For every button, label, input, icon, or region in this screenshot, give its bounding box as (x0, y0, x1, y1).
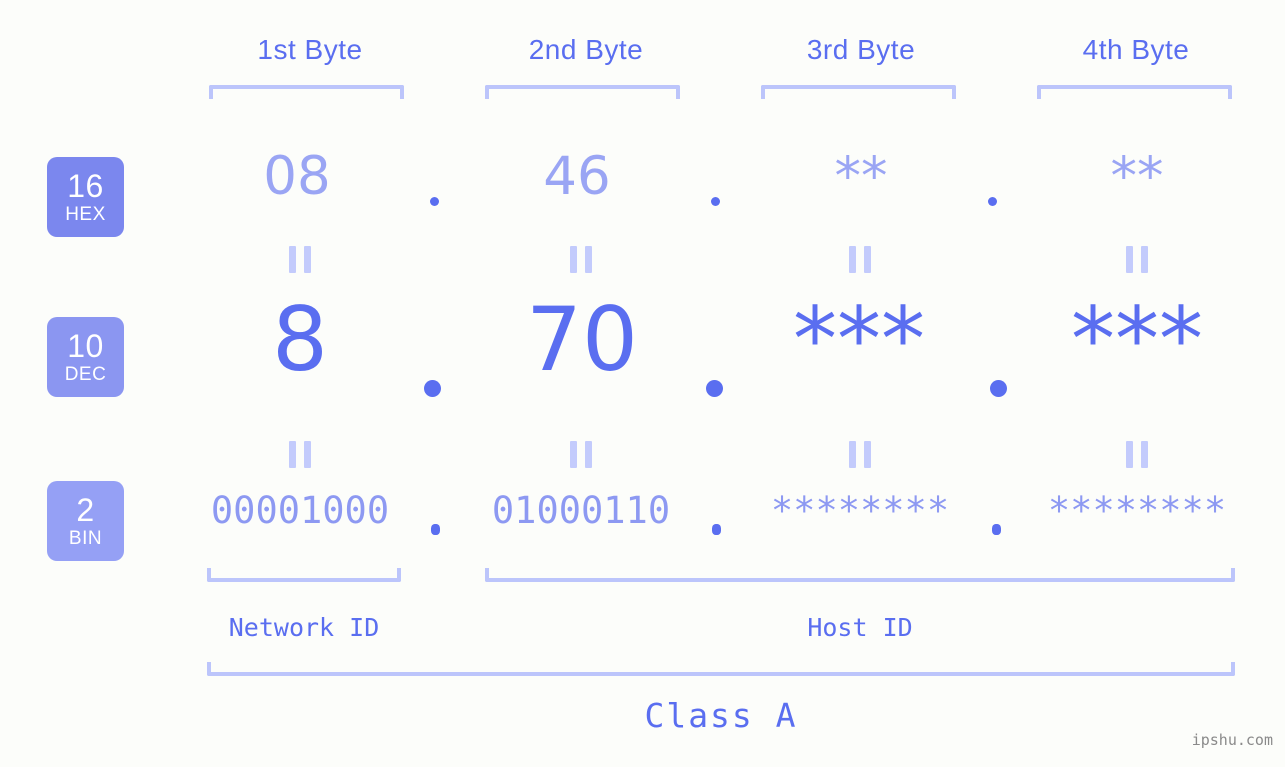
hex-octet-4: ** (1110, 146, 1164, 207)
hex-octet-1: 08 (263, 146, 331, 207)
dec-separator-dot-1 (424, 380, 441, 397)
equals-icon-1-1 (289, 246, 311, 273)
byte-bracket-4 (1037, 85, 1232, 99)
dec-octet-2: 70 (526, 288, 638, 391)
dec-octet-4: *** (1071, 288, 1203, 391)
radix-badge-dec: 10 DEC (47, 317, 124, 397)
byte-header-4: 4th Byte (1082, 34, 1190, 65)
hex-separator-dot-3 (988, 197, 997, 206)
radix-badge-hex-label: HEX (65, 204, 106, 225)
equals-icon-2-4 (1126, 441, 1148, 468)
bin-octet-4: ******** (1047, 489, 1227, 532)
bin-octet-2: 01000110 (491, 489, 671, 532)
bin-separator-dot-2 (712, 524, 721, 535)
hex-separator-dot-1 (430, 197, 439, 206)
host-id-label: Host ID (807, 613, 913, 642)
equals-icon-1-2 (570, 246, 592, 273)
byte-bracket-2 (485, 85, 680, 99)
hex-separator-dot-2 (711, 197, 720, 206)
equals-icon-2-1 (289, 441, 311, 468)
radix-badge-hex: 16 HEX (47, 157, 124, 237)
host-id-bracket (485, 568, 1235, 582)
byte-header-2: 2nd Byte (528, 34, 644, 65)
equals-icon-1-3 (849, 246, 871, 273)
radix-badge-bin-label: BIN (68, 528, 103, 549)
network-id-label: Network ID (228, 613, 380, 642)
site-watermark: ipshu.com (1191, 731, 1273, 749)
radix-badge-bin-number: 2 (76, 492, 95, 528)
byte-bracket-1 (209, 85, 404, 99)
bin-separator-dot-3 (992, 524, 1001, 535)
dec-octet-1: 8 (272, 288, 328, 391)
byte-header-3: 3rd Byte (806, 34, 916, 65)
equals-icon-2-2 (570, 441, 592, 468)
equals-icon-1-4 (1126, 246, 1148, 273)
network-id-bracket (207, 568, 401, 582)
byte-header-1: 1st Byte (257, 34, 363, 65)
bin-octet-1: 00001000 (210, 489, 390, 532)
hex-octet-2: 46 (543, 146, 611, 207)
bin-separator-dot-1 (431, 524, 440, 535)
byte-bracket-3 (761, 85, 956, 99)
radix-badge-hex-number: 16 (67, 168, 104, 204)
class-label: Class A (644, 696, 798, 735)
hex-octet-3: ** (834, 146, 888, 207)
dec-separator-dot-3 (990, 380, 1007, 397)
ip-address-breakdown-diagram: 1st Byte 2nd Byte 3rd Byte 4th Byte 16 H… (0, 0, 1285, 767)
radix-badge-bin: 2 BIN (47, 481, 124, 561)
radix-badge-dec-number: 10 (67, 328, 104, 364)
radix-badge-dec-label: DEC (64, 364, 107, 385)
bin-octet-3: ******** (770, 489, 950, 532)
class-bracket (207, 662, 1235, 676)
dec-octet-3: *** (793, 288, 925, 391)
equals-icon-2-3 (849, 441, 871, 468)
dec-separator-dot-2 (706, 380, 723, 397)
